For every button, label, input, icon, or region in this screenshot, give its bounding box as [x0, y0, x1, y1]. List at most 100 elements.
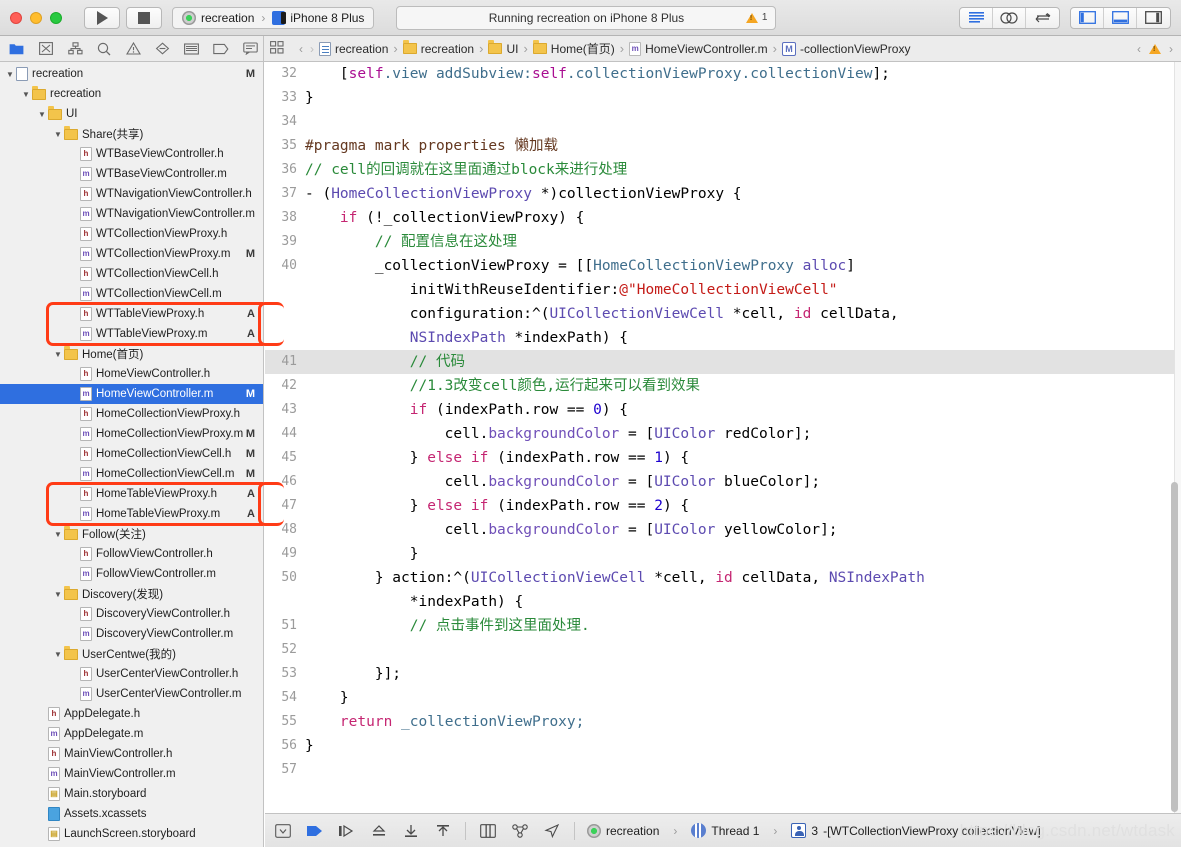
toggle-debug-area-button[interactable]	[1104, 7, 1137, 28]
toggle-debug-console-button[interactable]	[273, 821, 293, 841]
code-line-text[interactable]: }	[305, 734, 1181, 758]
line-number[interactable]: 53	[265, 662, 305, 686]
code-line-text[interactable]: }	[305, 542, 1181, 566]
code-line[interactable]: 54 }	[265, 686, 1181, 710]
file-tree-row[interactable]: h DiscoveryViewController.h	[0, 604, 263, 624]
disclosure-triangle-icon[interactable]: ▼	[36, 110, 48, 119]
line-number[interactable]: 32	[265, 62, 305, 86]
code-line[interactable]: 36// cell的回调就在这里面通过block来进行处理	[265, 158, 1181, 182]
line-number[interactable]: 54	[265, 686, 305, 710]
line-number[interactable]: 41	[265, 350, 305, 374]
test-navigator-icon[interactable]	[150, 39, 175, 59]
code-line[interactable]: NSIndexPath *indexPath) {	[265, 326, 1181, 350]
breadcrumb-item-file[interactable]: m HomeViewController.m	[629, 41, 768, 56]
code-line[interactable]: 57	[265, 758, 1181, 782]
code-line[interactable]: 48 cell.backgroundColor = [UIColor yello…	[265, 518, 1181, 542]
breadcrumb-item-group-recreation[interactable]: recreation	[402, 40, 474, 56]
code-line-text[interactable]: }];	[305, 662, 1181, 686]
debug-breadcrumb-process[interactable]: recreation	[587, 823, 659, 838]
file-tree-row[interactable]: h HomeViewController.h	[0, 364, 263, 384]
debug-breadcrumb-frame[interactable]: 3 -[WTCollectionViewProxy collectionView…	[791, 823, 1041, 838]
step-out-button[interactable]	[401, 821, 421, 841]
file-tree-row[interactable]: ▼ recreation M	[0, 64, 263, 84]
breadcrumb-item-project[interactable]: recreation	[319, 41, 388, 56]
file-tree-row[interactable]: h WTCollectionViewProxy.h	[0, 224, 263, 244]
line-number[interactable]: 42	[265, 374, 305, 398]
code-line-text[interactable]: [self.view addSubview:self.collectionVie…	[305, 62, 1181, 86]
breakpoint-navigator-icon[interactable]	[209, 39, 234, 59]
code-content[interactable]: 32 [self.view addSubview:self.collection…	[265, 62, 1181, 782]
line-number[interactable]: 37	[265, 182, 305, 206]
file-tree-row[interactable]: m FollowViewController.m	[0, 564, 263, 584]
file-tree-row[interactable]: h WTNavigationViewController.h	[0, 184, 263, 204]
file-tree-row[interactable]: m UserCenterViewController.m	[0, 684, 263, 704]
line-number[interactable]: 52	[265, 638, 305, 662]
continue-button[interactable]	[305, 821, 325, 841]
find-navigator-icon[interactable]	[92, 39, 117, 59]
file-tree-row[interactable]: ▤ Main.storyboard	[0, 784, 263, 804]
code-line-text[interactable]: cell.backgroundColor = [UIColor yellowCo…	[305, 518, 1181, 542]
code-line-text[interactable]: _collectionViewProxy = [[HomeCollectionV…	[305, 254, 1181, 278]
file-tree-row[interactable]: ▼ Home(首页)	[0, 344, 263, 364]
assistant-editor-button[interactable]	[993, 7, 1026, 28]
next-issue-button[interactable]: ›	[1167, 42, 1175, 56]
line-number[interactable]: 45	[265, 446, 305, 470]
project-navigator[interactable]: ▼ recreation M ▼ recreation ▼ UI ▼ Share(共享) h WTB…	[0, 62, 264, 847]
line-number[interactable]: 46	[265, 470, 305, 494]
line-number[interactable]: 47	[265, 494, 305, 518]
breadcrumb-item-group-home[interactable]: Home(首页)	[532, 40, 615, 57]
symbol-navigator-icon[interactable]	[62, 39, 87, 59]
code-line[interactable]: 45 } else if (indexPath.row == 1) {	[265, 446, 1181, 470]
code-line-text[interactable]: return _collectionViewProxy;	[305, 710, 1181, 734]
line-number[interactable]: 38	[265, 206, 305, 230]
code-line[interactable]: 39 // 配置信息在这处理	[265, 230, 1181, 254]
file-tree-row[interactable]: m WTTableViewProxy.m A	[0, 324, 263, 344]
line-number[interactable]: 49	[265, 542, 305, 566]
code-line-text[interactable]: } else if (indexPath.row == 2) {	[305, 494, 1181, 518]
line-number[interactable]: 34	[265, 110, 305, 134]
line-number[interactable]: 56	[265, 734, 305, 758]
jumpbar-forward-button[interactable]: ›	[308, 42, 316, 56]
file-tree-row[interactable]: h HomeCollectionViewProxy.h	[0, 404, 263, 424]
code-line[interactable]: 53 }];	[265, 662, 1181, 686]
code-line[interactable]: 32 [self.view addSubview:self.collection…	[265, 62, 1181, 86]
file-tree-row[interactable]: ▤ LaunchScreen.storyboard	[0, 824, 263, 844]
step-into-button[interactable]	[369, 821, 389, 841]
line-number[interactable]: 57	[265, 758, 305, 782]
line-number[interactable]: 55	[265, 710, 305, 734]
file-tree-row[interactable]: m WTCollectionViewCell.m	[0, 284, 263, 304]
issue-navigator-icon[interactable]	[121, 39, 146, 59]
disclosure-triangle-icon[interactable]: ▼	[4, 70, 16, 79]
code-line[interactable]: configuration:^(UICollectionViewCell *ce…	[265, 302, 1181, 326]
file-tree-row[interactable]: m WTBaseViewController.m	[0, 164, 263, 184]
disclosure-triangle-icon[interactable]: ▼	[52, 590, 64, 599]
line-number[interactable]: 50	[265, 566, 305, 590]
toggle-inspector-button[interactable]	[1137, 8, 1170, 28]
disclosure-triangle-icon[interactable]: ▼	[20, 90, 32, 99]
file-tree-row[interactable]: h AppDelegate.h	[0, 704, 263, 724]
close-window-button[interactable]	[10, 11, 22, 24]
line-number[interactable]: 48	[265, 518, 305, 542]
file-tree-row[interactable]: m AppDelegate.m	[0, 724, 263, 744]
code-line-highlighted[interactable]: 41 // 代码	[265, 350, 1181, 374]
issue-stepper[interactable]: ‹ ›	[1135, 42, 1181, 56]
code-line[interactable]: 33}	[265, 86, 1181, 110]
code-line[interactable]: initWithReuseIdentifier:@"HomeCollection…	[265, 278, 1181, 302]
jumpbar-back-button[interactable]: ‹	[297, 42, 305, 56]
code-line[interactable]: 40 _collectionViewProxy = [[HomeCollecti…	[265, 254, 1181, 278]
jump-bar[interactable]: ‹ › recreation › recreation › UI › Home(…	[264, 36, 1181, 62]
file-tree-row[interactable]: m WTCollectionViewProxy.m M	[0, 244, 263, 264]
code-line[interactable]: 43 if (indexPath.row == 0) {	[265, 398, 1181, 422]
code-line[interactable]: 56}	[265, 734, 1181, 758]
code-line[interactable]: 37- (HomeCollectionViewProxy *)collectio…	[265, 182, 1181, 206]
code-line[interactable]: 49 }	[265, 542, 1181, 566]
file-tree-row[interactable]: ▼ Discovery(发现)	[0, 584, 263, 604]
code-line-text[interactable]: if (!_collectionViewProxy) {	[305, 206, 1181, 230]
related-items-icon[interactable]	[270, 40, 294, 57]
code-line-text[interactable]: // 点击事件到这里面处理.	[305, 614, 1181, 638]
line-number[interactable]: 36	[265, 158, 305, 182]
code-line[interactable]: 42 //1.3改变cell颜色,运行起来可以看到效果	[265, 374, 1181, 398]
code-line-text[interactable]: *indexPath) {	[305, 590, 1181, 614]
toggle-navigator-button[interactable]	[1071, 7, 1104, 28]
line-number[interactable]: 44	[265, 422, 305, 446]
